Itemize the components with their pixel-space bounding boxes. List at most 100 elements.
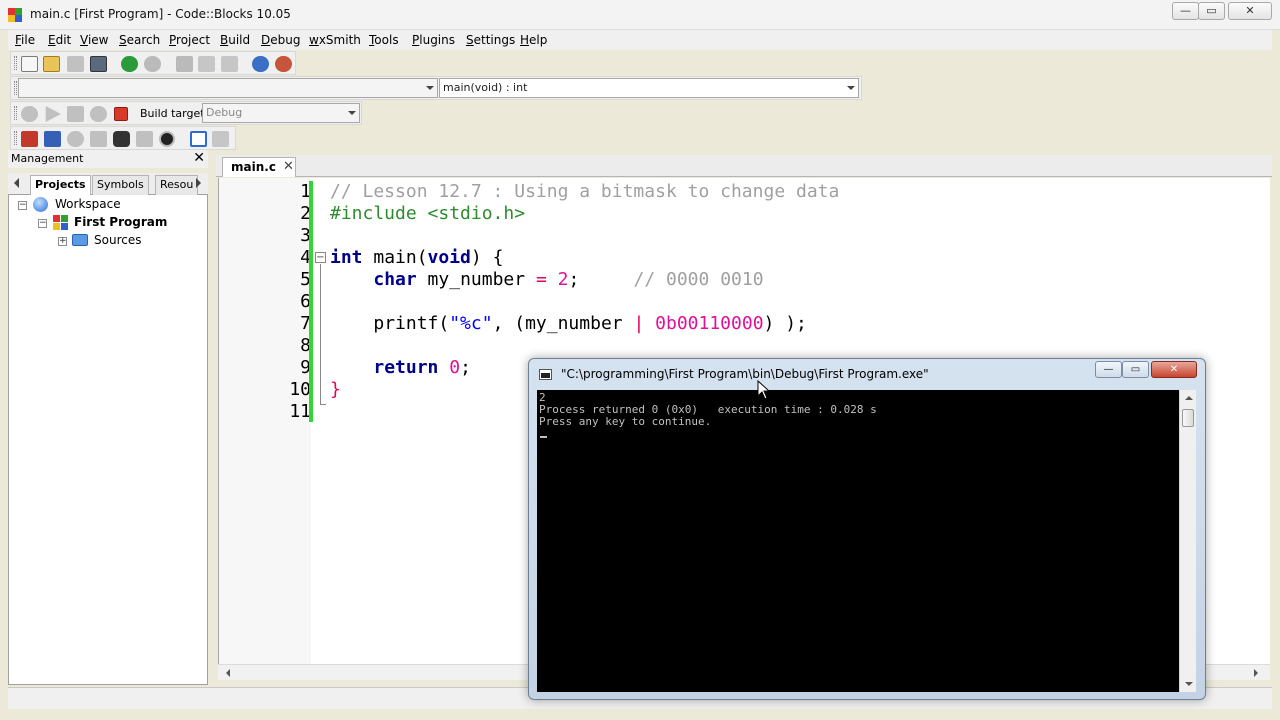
console-close-button[interactable]: ✕ <box>1151 361 1197 378</box>
toolbar-grip[interactable] <box>14 81 17 95</box>
fold-guide <box>320 264 321 404</box>
step-into-icon[interactable] <box>90 131 107 147</box>
run-icon[interactable] <box>45 106 61 122</box>
next-instruction-icon[interactable] <box>136 131 153 147</box>
debugger-toolbar <box>10 126 236 150</box>
scroll-right-icon[interactable] <box>1254 669 1258 677</box>
code-text: printf( <box>373 313 450 334</box>
line-number: 7 <box>300 313 311 334</box>
tree-item-workspace[interactable]: Workspace <box>55 196 121 212</box>
next-line-icon[interactable] <box>67 131 84 147</box>
debug-info-icon[interactable] <box>212 131 229 147</box>
tab-label: main.c <box>231 160 276 174</box>
menu-view[interactable]: View <box>80 33 108 47</box>
tab-main-c[interactable]: main.c ✕ <box>222 157 296 177</box>
menu-file[interactable]: File <box>15 33 35 47</box>
build-and-run-icon[interactable] <box>67 106 84 122</box>
tree-expand-icon[interactable]: + <box>58 237 67 246</box>
management-tabs: Projects Symbols Resou <box>8 173 208 196</box>
debug-windows-icon[interactable] <box>190 131 207 147</box>
window-titlebar[interactable]: main.c [First Program] - Code::Blocks 10… <box>0 0 1280 30</box>
minimize-button[interactable]: — <box>1172 2 1199 20</box>
toolbar-grip[interactable] <box>14 56 17 70</box>
function-combo[interactable]: main(void) : int <box>439 78 859 98</box>
save-icon[interactable] <box>67 56 84 72</box>
debug-continue-icon[interactable] <box>21 131 38 147</box>
stop-debugger-icon[interactable] <box>159 131 175 147</box>
replace-icon[interactable] <box>275 56 292 72</box>
console-minimize-button[interactable]: — <box>1095 361 1122 378</box>
tree-item-project[interactable]: First Program <box>74 214 167 230</box>
workspace-icon <box>33 197 48 212</box>
tree-collapse-icon[interactable]: − <box>38 219 47 228</box>
close-icon[interactable]: ✕ <box>283 159 294 174</box>
toolbar-grip[interactable] <box>14 106 17 120</box>
project-icon <box>53 215 68 230</box>
scroll-up-icon[interactable] <box>1185 396 1193 400</box>
save-all-icon[interactable] <box>90 56 107 72</box>
scroll-left-icon[interactable] <box>226 669 230 677</box>
close-icon[interactable]: ✕ <box>193 150 205 166</box>
undo-icon[interactable] <box>121 56 138 72</box>
tab-symbols[interactable]: Symbols <box>92 175 149 195</box>
menu-plugins[interactable]: Plugins <box>412 33 455 47</box>
tab-projects[interactable]: Projects <box>30 175 91 196</box>
menu-tools[interactable]: Tools <box>369 33 399 47</box>
line-number: 11 <box>289 401 311 422</box>
scope-combo[interactable] <box>18 78 438 98</box>
tree-item-sources[interactable]: Sources <box>94 232 141 248</box>
build-target-combo[interactable]: Debug <box>202 103 360 123</box>
build-gear-icon[interactable] <box>21 106 38 122</box>
comment: // 0000 0010 <box>633 269 764 290</box>
menu-bar: File Edit View Search Project Build Debu… <box>8 30 1272 50</box>
tab-resources[interactable]: Resou <box>155 175 199 195</box>
maximize-button[interactable]: ▭ <box>1198 2 1225 20</box>
preprocessor: #include <stdio.h> <box>330 203 526 224</box>
rebuild-icon[interactable] <box>90 106 107 122</box>
console-output[interactable]: 2 Process returned 0 (0x0) execution tim… <box>537 390 1179 692</box>
console-line: Press any key to continue. <box>539 415 712 428</box>
new-file-icon[interactable] <box>21 56 38 72</box>
menu-help[interactable]: Help <box>520 33 547 47</box>
close-window-button[interactable]: ✕ <box>1228 2 1272 20</box>
copy-icon[interactable] <box>198 56 215 72</box>
find-icon[interactable] <box>252 56 269 72</box>
code-completion-toolbar: main(void) : int <box>10 76 862 100</box>
console-maximize-button[interactable]: ▭ <box>1122 361 1149 378</box>
abort-icon[interactable] <box>114 107 128 121</box>
menu-edit[interactable]: Edit <box>48 33 71 47</box>
code-line-7: printf("%c", (my_number | 0b00110000) ); <box>330 313 807 335</box>
run-to-cursor-icon[interactable] <box>44 131 61 147</box>
menu-project[interactable]: Project <box>169 33 210 47</box>
code-text: my_number <box>416 269 536 290</box>
menu-debug[interactable]: Debug <box>261 33 300 47</box>
number-literal: 0 <box>449 357 461 378</box>
keyword: return <box>373 357 439 378</box>
console-vertical-scrollbar[interactable] <box>1179 390 1196 692</box>
menu-settings[interactable]: Settings <box>466 33 515 47</box>
line-number: 2 <box>300 203 311 224</box>
build-target-label: Build target: <box>140 107 209 120</box>
keyword: char <box>373 269 417 290</box>
keyword: void <box>427 247 471 268</box>
toolbar-grip[interactable] <box>14 131 17 145</box>
step-out-icon[interactable] <box>113 131 130 147</box>
console-window[interactable]: "C:\programming\First Program\bin\Debug\… <box>528 358 1206 700</box>
fold-toggle-icon[interactable]: − <box>315 252 326 263</box>
menu-wxsmith[interactable]: wxSmith <box>309 33 361 47</box>
management-panel-header: Management ✕ <box>8 150 208 168</box>
menu-search[interactable]: Search <box>119 33 160 47</box>
cut-icon[interactable] <box>176 56 193 72</box>
paste-icon[interactable] <box>221 56 238 72</box>
scrollbar-thumb[interactable] <box>1182 409 1194 427</box>
open-icon[interactable] <box>43 56 60 72</box>
redo-icon[interactable] <box>144 56 161 72</box>
scroll-down-icon[interactable] <box>1185 682 1193 686</box>
tree-collapse-icon[interactable]: − <box>18 201 27 210</box>
operator: | <box>633 313 645 334</box>
tab-scroll-right-icon[interactable] <box>196 178 201 188</box>
menu-build[interactable]: Build <box>220 33 250 47</box>
management-title: Management <box>11 152 84 165</box>
tab-scroll-left-icon[interactable] <box>14 178 19 188</box>
